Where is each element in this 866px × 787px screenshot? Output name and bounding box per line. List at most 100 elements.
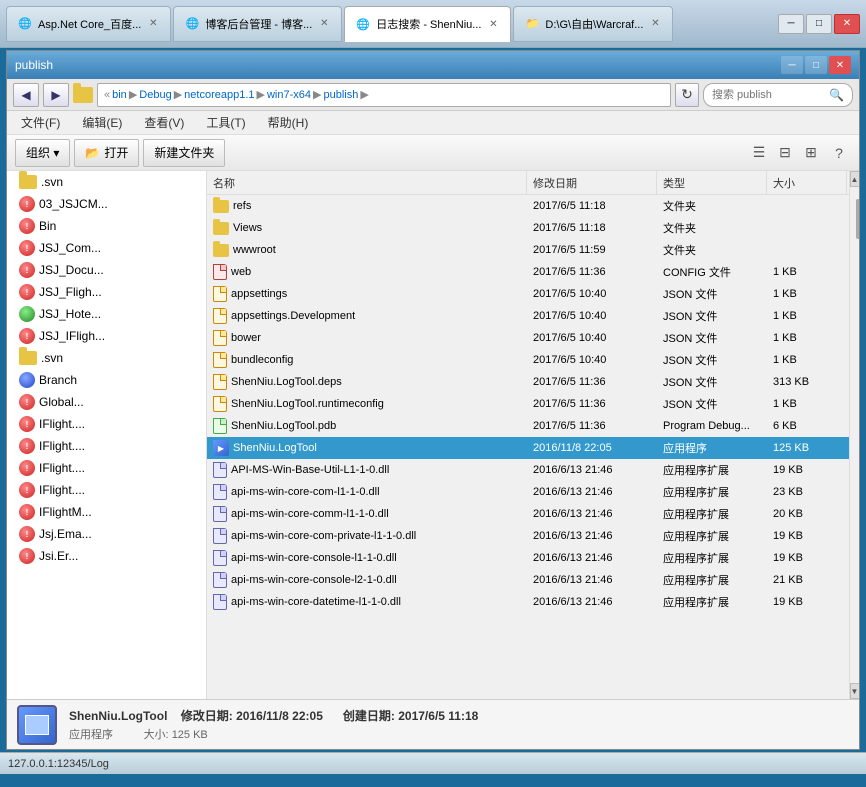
forward-button[interactable]: ▶ (43, 83, 69, 107)
minimize-button[interactable]: ─ (781, 56, 803, 74)
sidebar-item-iflight4[interactable]: ! IFlight.... (7, 479, 206, 501)
table-row[interactable]: api-ms-win-core-datetime-l1-1-0.dll 2016… (207, 591, 849, 613)
search-input[interactable] (712, 89, 825, 101)
col-header-type[interactable]: 类型 (657, 171, 767, 194)
sidebar-item-global[interactable]: ! Global... (7, 391, 206, 413)
sidebar-item-iflight3[interactable]: ! IFlight.... (7, 457, 206, 479)
top-close-button[interactable]: ✕ (834, 14, 860, 34)
status-modified-label: 修改日期: (181, 709, 233, 723)
file-date-comprivate: 2016/6/13 21:46 (527, 525, 657, 547)
open-button[interactable]: 📂 打开 (74, 139, 139, 167)
menu-help[interactable]: 帮助(H) (262, 112, 315, 133)
table-row[interactable]: bundleconfig 2017/6/5 10:40 JSON 文件 1 KB (207, 349, 849, 371)
sidebar-item-iflightm[interactable]: ! IFlightM... (7, 501, 206, 523)
close-button[interactable]: ✕ (829, 56, 851, 74)
file-name-web: web (207, 261, 527, 283)
organize-button[interactable]: 组织 ▾ (15, 139, 70, 167)
sidebar-item-jsjcom[interactable]: ! JSJ_Com... (7, 237, 206, 259)
table-row[interactable]: appsettings.Development 2017/6/5 10:40 J… (207, 305, 849, 327)
menu-edit[interactable]: 编辑(E) (76, 112, 128, 133)
breadcrumb-netcore[interactable]: netcoreapp1.1 (184, 89, 254, 101)
menu-view[interactable]: 查看(V) (138, 112, 190, 133)
table-row[interactable]: api-ms-win-core-console-l2-1-0.dll 2016/… (207, 569, 849, 591)
col-header-size[interactable]: 大小 (767, 171, 847, 194)
sidebar-item-jsier[interactable]: ! Jsi.Er... (7, 545, 206, 567)
content-area: .svn ! 03_JSJCM... ! Bin ! JSJ_Com... ! … (7, 171, 859, 699)
table-row[interactable]: refs 2017/6/5 11:18 文件夹 (207, 195, 849, 217)
sidebar-item-branch[interactable]: Branch (7, 369, 206, 391)
details-view-button[interactable]: ⊟ (773, 141, 797, 165)
sidebar-item-iflight1[interactable]: ! IFlight.... (7, 413, 206, 435)
tab-close-3[interactable]: ✕ (486, 17, 500, 31)
search-box[interactable]: 🔍 (703, 83, 853, 107)
table-row[interactable]: bower 2017/6/5 10:40 JSON 文件 1 KB (207, 327, 849, 349)
menu-file[interactable]: 文件(F) (15, 112, 66, 133)
new-folder-button[interactable]: 新建文件夹 (143, 139, 225, 167)
sidebar-item-svn1[interactable]: .svn (7, 171, 206, 193)
sidebar-item-03jsjcm[interactable]: ! 03_JSJCM... (7, 193, 206, 215)
file-type-deps: JSON 文件 (657, 371, 767, 393)
breadcrumb-win7[interactable]: win7-x64 (267, 89, 311, 101)
tab-log[interactable]: 🌐 日志搜索 - ShenNiu... ✕ (344, 6, 511, 42)
list-view-button[interactable]: ☰ (747, 141, 771, 165)
sidebar-item-jsjhote[interactable]: JSJ_Hote... (7, 303, 206, 325)
table-row[interactable]: appsettings 2017/6/5 10:40 JSON 文件 1 KB (207, 283, 849, 305)
table-row[interactable]: api-ms-win-core-com-l1-1-0.dll 2016/6/13… (207, 481, 849, 503)
file-name-comm11: api-ms-win-core-comm-l1-1-0.dll (207, 503, 527, 525)
sidebar-item-jsjdoc[interactable]: ! JSJ_Docu... (7, 259, 206, 281)
icon-iflight1: ! (19, 416, 35, 432)
scroll-thumb[interactable] (856, 199, 860, 239)
sidebar-item-jsjemail[interactable]: ! Jsj.Ema... (7, 523, 206, 545)
scrollbar-right[interactable]: ▲ ▼ (849, 171, 859, 699)
file-size-appsettings-dev: 1 KB (767, 305, 847, 327)
tab-close-1[interactable]: ✕ (146, 17, 160, 31)
col-header-name[interactable]: 名称 (207, 171, 527, 194)
file-date-deps: 2017/6/5 11:36 (527, 371, 657, 393)
icons-view-button[interactable]: ⊞ (799, 141, 823, 165)
file-list-body: refs 2017/6/5 11:18 文件夹 Views 2017/6/5 1… (207, 195, 849, 699)
back-button[interactable]: ◀ (13, 83, 39, 107)
table-row[interactable]: api-ms-win-core-console-l1-1-0.dll 2016/… (207, 547, 849, 569)
table-row[interactable]: api-ms-win-core-comm-l1-1-0.dll 2016/6/1… (207, 503, 849, 525)
maximize-button[interactable]: □ (805, 56, 827, 74)
file-type-comprivate: 应用程序扩展 (657, 525, 767, 547)
sidebar-item-iflight2[interactable]: ! IFlight.... (7, 435, 206, 457)
tab-close-4[interactable]: ✕ (648, 17, 662, 31)
sidebar-item-svn2[interactable]: .svn (7, 347, 206, 369)
scroll-down-button[interactable]: ▼ (850, 683, 860, 699)
table-row[interactable]: Views 2017/6/5 11:18 文件夹 (207, 217, 849, 239)
icon-jsjemail: ! (19, 526, 35, 542)
tab-blog[interactable]: 🌐 博客后台管理 - 博客... ✕ (173, 6, 342, 42)
table-row[interactable]: ▶ ShenNiu.LogTool 2016/11/8 22:05 应用程序 1… (207, 437, 849, 459)
table-row[interactable]: wwwroot 2017/6/5 11:59 文件夹 (207, 239, 849, 261)
top-minimize-button[interactable]: ─ (778, 14, 804, 34)
sidebar-item-bin[interactable]: ! Bin (7, 215, 206, 237)
menu-tools[interactable]: 工具(T) (200, 112, 251, 133)
window-controls: ─ □ ✕ (781, 56, 851, 74)
file-size-bundleconfig: 1 KB (767, 349, 847, 371)
breadcrumb-publish[interactable]: publish (323, 89, 358, 101)
table-row[interactable]: ShenNiu.LogTool.deps 2017/6/5 11:36 JSON… (207, 371, 849, 393)
scroll-up-button[interactable]: ▲ (850, 171, 860, 187)
bottom-status-bar: 127.0.0.1:12345/Log (0, 752, 866, 774)
table-row[interactable]: ShenNiu.LogTool.pdb 2017/6/5 11:36 Progr… (207, 415, 849, 437)
tab-aspnet[interactable]: 🌐 Asp.Net Core_百度... ✕ (6, 6, 171, 42)
table-row[interactable]: api-ms-win-core-com-private-l1-1-0.dll 2… (207, 525, 849, 547)
top-maximize-button[interactable]: □ (806, 14, 832, 34)
help-button[interactable]: ? (827, 141, 851, 165)
breadcrumb[interactable]: « bin ▶ Debug ▶ netcoreapp1.1 ▶ win7-x64… (97, 83, 671, 107)
table-row[interactable]: ShenNiu.LogTool.runtimeconfig 2017/6/5 1… (207, 393, 849, 415)
col-header-date[interactable]: 修改日期 (527, 171, 657, 194)
table-row[interactable]: API-MS-Win-Base-Util-L1-1-0.dll 2016/6/1… (207, 459, 849, 481)
tab-file[interactable]: 📁 D:\G\自由\Warcraf... ✕ (513, 6, 673, 42)
breadcrumb-debug[interactable]: Debug (139, 89, 171, 101)
breadcrumb-bin[interactable]: bin (112, 89, 127, 101)
file-type-datetime11: 应用程序扩展 (657, 591, 767, 613)
sidebar-item-jsjiflight[interactable]: ! JSJ_IFligh... (7, 325, 206, 347)
refresh-button[interactable]: ↻ (675, 83, 699, 107)
file-size-apibase: 19 KB (767, 459, 847, 481)
table-row[interactable]: web 2017/6/5 11:36 CONFIG 文件 1 KB (207, 261, 849, 283)
tab-close-2[interactable]: ✕ (317, 17, 331, 31)
sidebar-item-jsjflight[interactable]: ! JSJ_Fligh... (7, 281, 206, 303)
file-size-pdb: 6 KB (767, 415, 847, 437)
